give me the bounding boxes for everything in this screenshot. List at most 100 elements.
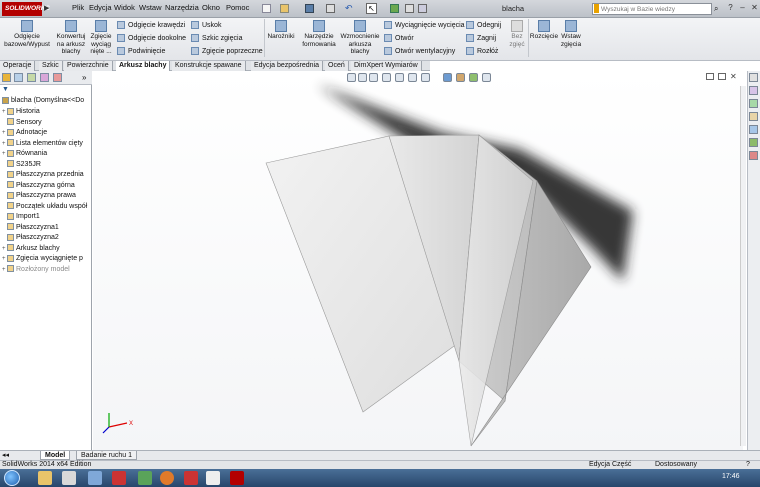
expand-panel-icon[interactable]: » (82, 73, 86, 82)
print-icon[interactable] (326, 4, 335, 13)
base-flange-button[interactable]: Odgięcie bazowe/Wypust (2, 19, 52, 48)
configuration-manager-icon[interactable] (27, 73, 36, 82)
close-button[interactable]: ✕ (748, 2, 760, 14)
dimxpert-manager-icon[interactable] (40, 73, 49, 82)
taskbar-app-icon[interactable] (184, 471, 198, 485)
file-properties-icon[interactable] (405, 4, 414, 13)
sketched-bend-button[interactable]: Szkic zgięcia (191, 34, 242, 42)
tree-node[interactable]: + Lista elementów cięty (2, 139, 83, 149)
tree-root[interactable]: blacha (Domyślna<<Do (2, 96, 84, 106)
viewport-scrollbar[interactable] (740, 86, 746, 446)
zoom-to-area-icon[interactable] (358, 73, 367, 82)
tab-arkusz-blachy[interactable]: Arkusz blachy (116, 61, 171, 71)
view-palette-icon[interactable] (749, 112, 758, 121)
task-pane-home-icon[interactable] (749, 73, 758, 82)
menu-pomoc[interactable]: Pomoc (226, 3, 249, 12)
design-library-icon[interactable] (749, 86, 758, 95)
sheet-metal-gusset-button[interactable]: Wzmocnienie arkusza blachy (339, 19, 381, 56)
start-button[interactable] (4, 470, 20, 486)
status-help-icon[interactable]: ? (746, 461, 750, 468)
tab-ocen[interactable]: Oceń (325, 61, 349, 71)
solidworks-forum-icon[interactable] (749, 151, 758, 160)
viewport-restore-icon[interactable] (718, 73, 726, 80)
miter-flange-button[interactable]: Odgięcie dookolne (117, 34, 186, 42)
fold-button[interactable]: Zagnij (466, 34, 496, 42)
tree-node[interactable]: + Adnotacje (2, 128, 47, 138)
appearances-icon[interactable] (749, 125, 758, 134)
previous-view-icon[interactable] (369, 73, 378, 82)
convert-to-sheet-metal-button[interactable]: Konwertuj na arkusz blachy (52, 19, 90, 56)
logo-arrow-icon[interactable]: ▶ (44, 4, 49, 12)
section-view-icon[interactable] (382, 73, 391, 82)
tree-node[interactable]: Płaszczyzna2 (2, 233, 59, 243)
flatten-button[interactable]: Rozłóż (466, 47, 498, 55)
feature-manager-icon[interactable] (2, 73, 11, 82)
save-icon[interactable] (305, 4, 314, 13)
hide-show-items-icon[interactable] (443, 73, 452, 82)
tab-operacje[interactable]: Operacje (0, 61, 36, 71)
tab-konstrukcje-spawane[interactable]: Konstrukcje spawane (172, 61, 246, 71)
view-orientation-icon[interactable] (408, 73, 417, 82)
tree-node[interactable]: Sensory (2, 118, 42, 128)
tree-node[interactable]: + Rozłożony model (2, 265, 70, 275)
tree-node[interactable]: + Zgięcia wyciągnięte p (2, 254, 83, 264)
new-document-icon[interactable] (262, 4, 271, 13)
taskbar-pdf-icon[interactable] (206, 471, 220, 485)
hem-button[interactable]: Podwinięcie (117, 47, 165, 55)
tree-node[interactable]: + Arkusz blachy (2, 244, 60, 254)
menu-edycja[interactable]: Edycja (89, 3, 112, 12)
tree-node[interactable]: Początek układu współ (2, 202, 87, 212)
open-folder-icon[interactable] (280, 4, 289, 13)
dynamic-annotation-icon[interactable] (395, 73, 404, 82)
solidworks-logo[interactable]: SOLIDWORKS (2, 2, 50, 16)
insert-bends-button[interactable]: Wstaw zgięcia (558, 19, 584, 48)
viewport-close-icon[interactable]: ✕ (730, 72, 737, 81)
unfold-button[interactable]: Odegnij (466, 21, 501, 29)
tree-node[interactable]: Import1 (2, 212, 40, 222)
property-manager-icon[interactable] (14, 73, 23, 82)
menu-plik[interactable]: Plik (72, 3, 84, 12)
tab-powierzchnie[interactable]: Powierzchnie (64, 61, 113, 71)
display-manager-icon[interactable] (53, 73, 62, 82)
tree-node[interactable]: + Równania (2, 149, 47, 159)
taskbar-app-icon[interactable] (62, 471, 76, 485)
vent-button[interactable]: Otwór wentylacyjny (384, 47, 455, 55)
apply-scene-icon[interactable] (469, 73, 478, 82)
jog-button[interactable]: Uskok (191, 21, 221, 29)
taskbar-firefox-icon[interactable] (160, 471, 174, 485)
menu-narzedzia[interactable]: Narzędzia (165, 3, 199, 12)
tree-node[interactable]: S235JR (2, 160, 41, 170)
tree-node[interactable]: Płaszczyzna przednia (2, 170, 84, 180)
zoom-to-fit-icon[interactable] (347, 73, 356, 82)
view-settings-icon[interactable] (482, 73, 491, 82)
rip-button[interactable]: Rozcięcie (529, 19, 559, 41)
edge-flange-button[interactable]: Odgięcie krawędzi (117, 21, 185, 29)
taskbar-solidworks-icon[interactable] (230, 471, 244, 485)
tab-scroll-left-icon[interactable]: ◂◂ (2, 451, 9, 459)
status-units[interactable]: Dostosowany (655, 461, 697, 468)
edit-appearance-icon[interactable] (456, 73, 465, 82)
taskbar-clock[interactable]: 17:46 (722, 473, 740, 480)
forming-tool-button[interactable]: Narzędzie formowania (298, 19, 340, 48)
tab-szkic[interactable]: Szkic (39, 61, 63, 71)
sheet-metal-model[interactable]: X (93, 71, 743, 453)
hole-button[interactable]: Otwór (384, 34, 414, 42)
corners-button[interactable]: Narożniki (266, 19, 296, 41)
select-cursor-icon[interactable]: ↖ (366, 3, 377, 14)
tree-node[interactable]: Płaszczyzna prawa (2, 191, 76, 201)
search-go-icon[interactable]: ⌕ (714, 4, 718, 14)
menu-widok[interactable]: Widok (114, 3, 135, 12)
undo-icon[interactable]: ↶ (345, 3, 353, 14)
cross-break-button[interactable]: Zgięcie poprzeczne (191, 47, 263, 55)
extruded-cut-button[interactable]: Wyciągnięcie wycięcia (384, 21, 465, 29)
options-icon[interactable] (418, 4, 427, 13)
file-explorer-icon[interactable] (749, 99, 758, 108)
taskbar-app-icon[interactable] (138, 471, 152, 485)
tree-node[interactable]: + Historia (2, 107, 40, 117)
tab-dimxpert[interactable]: DimXpert Wymiarów (351, 61, 422, 71)
menu-wstaw[interactable]: Wstaw (139, 3, 162, 12)
no-bends-button[interactable]: Bez zgięć (506, 19, 528, 48)
tab-motion-study[interactable]: Badanie ruchu 1 (76, 451, 137, 460)
tree-node[interactable]: Płaszczyzna górna (2, 181, 75, 191)
taskbar-explorer-icon[interactable] (38, 471, 52, 485)
